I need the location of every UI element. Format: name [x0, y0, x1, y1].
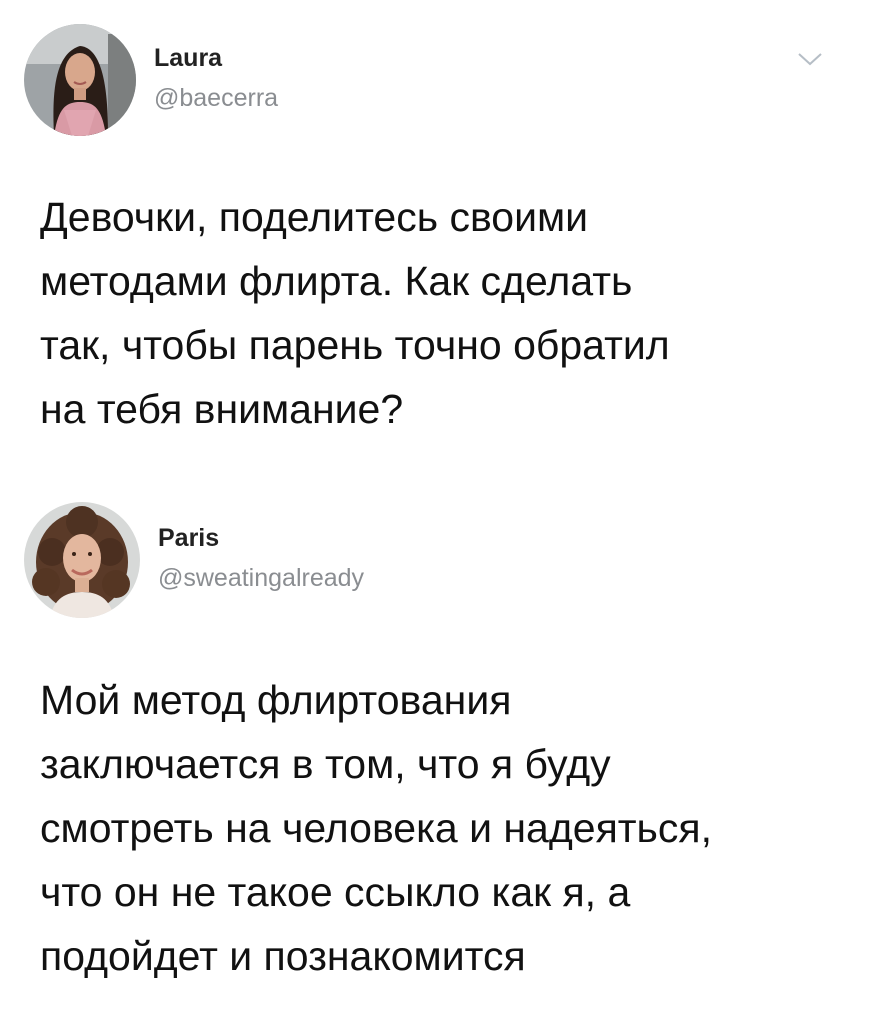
author-name[interactable]: Laura: [154, 44, 222, 73]
tweet-header: Laura @baecerra: [0, 0, 885, 150]
tweet-text-line: на тебя внимание?: [40, 386, 404, 432]
author-handle[interactable]: @baecerra: [154, 84, 278, 113]
chevron-down-icon[interactable]: [796, 50, 824, 68]
avatar[interactable]: [24, 502, 140, 618]
tweet-text-line: подойдет и познакомится: [40, 933, 526, 979]
avatar-photo: [24, 24, 136, 136]
author-handle[interactable]: @sweatingalready: [158, 564, 364, 593]
tweet-text-line: смотреть на человека и надеяться,: [40, 805, 713, 851]
tweet-text-line: Мой метод флиртования: [40, 677, 512, 723]
tweet-text: Девочки, поделитесь своими методами флир…: [40, 185, 860, 441]
avatar[interactable]: [24, 24, 136, 136]
tweet-header: Paris @sweatingalready: [0, 490, 885, 640]
tweet-text-line: так, чтобы парень точно обратил: [40, 322, 670, 368]
author-name[interactable]: Paris: [158, 524, 219, 553]
avatar-photo: [24, 502, 140, 618]
tweet-text: Мой метод флиртования заключается в том,…: [40, 668, 860, 988]
tweet-text-line: Девочки, поделитесь своими: [40, 194, 589, 240]
tweet-text-line: методами флирта. Как сделать: [40, 258, 633, 304]
tweet-text-line: заключается в том, что я буду: [40, 741, 611, 787]
tweet-text-line: что он не такое ссыкло как я, а: [40, 869, 631, 915]
